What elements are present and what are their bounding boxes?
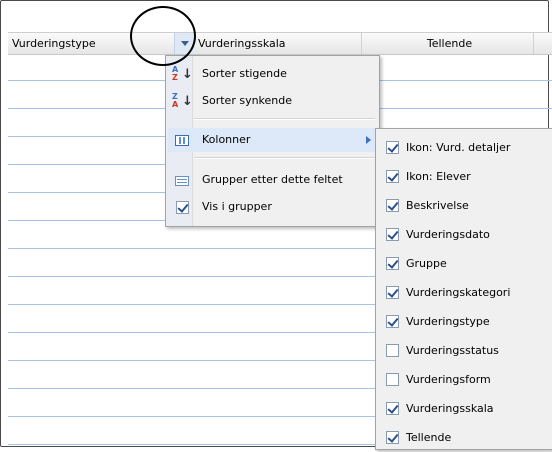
column-header-tellende[interactable]: Tellende (362, 33, 534, 54)
checkbox-checked[interactable] (386, 141, 399, 154)
checkbox-checked[interactable] (176, 201, 189, 214)
sort-ascending-icon: A Z ↓ (172, 65, 193, 82)
group-by-icon (172, 172, 189, 188)
submenu-item-column-toggle[interactable]: Vurderingstype (382, 307, 550, 336)
menu-separator (194, 118, 375, 120)
submenu-item-label: Vurderingsform (406, 373, 491, 386)
submenu-item-label: Vurderingstype (406, 315, 490, 328)
checkbox-unchecked[interactable] (386, 373, 399, 386)
sort-descending-icon: Z A ↓ (172, 92, 193, 109)
grid-header: Vurderingstype Vurderingsskala Tellende (8, 32, 552, 55)
column-header-label: Vurderingstype (12, 37, 96, 50)
submenu-item-label: Vurderingsskala (406, 402, 494, 415)
menu-item-sort-descending[interactable]: Z A ↓ Sorter synkende (168, 89, 377, 113)
chevron-right-icon (366, 136, 371, 144)
columns-icon (172, 132, 189, 148)
checkbox-checked[interactable] (386, 402, 399, 415)
menu-separator (194, 157, 375, 159)
column-header-label: Tellende (426, 37, 473, 50)
submenu-item-column-toggle[interactable]: Ikon: Elever (382, 162, 550, 191)
annotation-circle (130, 6, 196, 66)
submenu-item-label: Ikon: Vurd. detaljer (406, 141, 511, 154)
submenu-item-column-toggle[interactable]: Gruppe (382, 249, 550, 278)
menu-item-label: Sorter stigende (202, 67, 287, 80)
menu-item-label: Grupper etter dette feltet (202, 173, 343, 186)
submenu-item-label: Beskrivelse (406, 199, 469, 212)
checkbox-checked[interactable] (386, 315, 399, 328)
checkbox-unchecked[interactable] (386, 344, 399, 357)
checkbox-checked[interactable] (386, 170, 399, 183)
submenu-item-label: Vurderingsstatus (406, 344, 499, 357)
submenu-item-column-toggle[interactable]: Vurderingskategori (382, 278, 550, 307)
submenu-item-label: Vurderingskategori (406, 286, 511, 299)
submenu-item-label: Ikon: Elever (406, 170, 471, 183)
submenu-item-label: Tellende (406, 431, 452, 444)
menu-item-group-by-field[interactable]: Grupper etter dette feltet (168, 168, 377, 192)
menu-item-show-in-groups[interactable]: Vis i grupper (168, 195, 377, 219)
submenu-item-column-toggle[interactable]: Vurderingsdato (382, 220, 550, 249)
submenu-item-column-toggle[interactable]: Vurderingsform (382, 365, 550, 394)
column-header-label: Vurderingsskala (198, 37, 286, 50)
columns-submenu: Ikon: Vurd. detaljer Ikon: Elever Beskrive… (375, 128, 552, 450)
checkbox-checked[interactable] (386, 431, 399, 444)
column-header-vurderingsskala[interactable]: Vurderingsskala (194, 33, 362, 54)
menu-item-sort-ascending[interactable]: A Z ↓ Sorter stigende (168, 62, 377, 86)
submenu-item-label: Vurderingsdato (406, 228, 490, 241)
checkbox-checked[interactable] (386, 286, 399, 299)
menu-item-label: Kolonner (202, 133, 251, 146)
column-menu: A Z ↓ Sorter stigende Z A ↓ Sorter synkende … (165, 55, 380, 227)
menu-item-label: Sorter synkende (202, 94, 293, 107)
checkbox-checked[interactable] (386, 228, 399, 241)
column-header-extra[interactable] (534, 33, 552, 54)
submenu-item-column-toggle[interactable]: Vurderingsskala (382, 394, 550, 423)
submenu-item-column-toggle[interactable]: Tellende (382, 423, 550, 452)
submenu-item-column-toggle[interactable]: Ikon: Vurd. detaljer (382, 133, 550, 162)
menu-item-label: Vis i grupper (202, 200, 272, 213)
checkbox-checked[interactable] (386, 199, 399, 212)
submenu-item-column-toggle[interactable]: Vurderingsstatus (382, 336, 550, 365)
submenu-item-column-toggle[interactable]: Beskrivelse (382, 191, 550, 220)
checkbox-checked[interactable] (386, 257, 399, 270)
menu-item-columns[interactable]: Kolonner (168, 128, 377, 152)
submenu-item-label: Gruppe (406, 257, 447, 270)
